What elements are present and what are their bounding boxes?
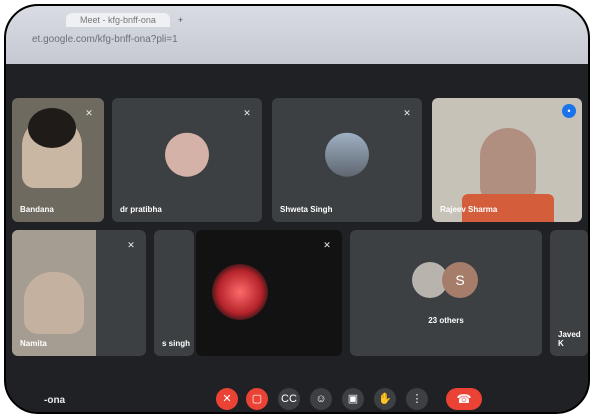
tab-strip: Meet - kfg-bnff-ona + <box>66 12 183 28</box>
participant-name: Javed K <box>558 330 581 348</box>
participant-name: Shweta Singh <box>280 205 333 214</box>
address-bar[interactable]: et.google.com/kfg-bnff-ona?pli=1 <box>32 34 178 45</box>
captions-icon[interactable]: CC <box>278 388 300 410</box>
browser-toolbar: Meet - kfg-bnff-ona + et.google.com/kfg-… <box>6 6 588 64</box>
browser-tab[interactable]: Meet - kfg-bnff-ona <box>66 13 170 27</box>
avatar: S <box>442 262 478 298</box>
mic-off-icon: ✕ <box>323 240 331 250</box>
participant-tile[interactable]: ✕ Namita <box>12 230 146 356</box>
meet-grid: ✕ Bandana ✕ dr pratibha ✕ Shweta Singh •… <box>6 64 588 412</box>
mic-off-icon: ✕ <box>85 108 93 118</box>
mic-off-icon: ✕ <box>127 240 135 250</box>
meeting-code: -ona <box>44 395 66 406</box>
end-call-icon[interactable]: ☎ <box>446 388 482 410</box>
participant-tile[interactable]: s singh <box>154 230 194 356</box>
camera-off-icon[interactable]: ▢ <box>246 388 268 410</box>
participant-tile[interactable]: ✕ Shweta Singh <box>272 98 422 222</box>
participant-tile[interactable]: S 23 others <box>350 230 542 356</box>
avatar <box>165 132 209 177</box>
emoji-icon[interactable]: ☺ <box>310 388 332 410</box>
participant-name: Rajeev Sharma <box>440 205 498 214</box>
participant-tile[interactable]: ✕ dr pratibha <box>112 98 262 222</box>
others-count: 23 others <box>428 316 464 325</box>
call-controls: -ona ✕ ▢ CC ☺ ▣ ✋ ⋮ ☎ <box>6 376 588 412</box>
new-tab-icon[interactable]: + <box>178 15 183 25</box>
participant-tile[interactable]: ✕ <box>196 230 342 356</box>
participant-tile[interactable]: • Rajeev Sharma <box>432 98 582 222</box>
speaking-icon: • <box>562 104 576 118</box>
present-icon[interactable]: ▣ <box>342 388 364 410</box>
participant-name: Namita <box>20 339 47 348</box>
participant-name: Bandana <box>20 205 54 214</box>
hand-icon[interactable]: ✋ <box>374 388 396 410</box>
participant-name: dr pratibha <box>120 205 162 214</box>
mic-off-icon: ✕ <box>243 108 251 118</box>
avatar <box>325 132 369 177</box>
mic-off-icon[interactable]: ✕ <box>216 388 238 410</box>
participant-tile[interactable]: ✕ Bandana <box>12 98 104 222</box>
more-icon[interactable]: ⋮ <box>406 388 428 410</box>
photo-frame: Meet - kfg-bnff-ona + et.google.com/kfg-… <box>4 4 590 414</box>
participant-name: s singh <box>162 339 191 348</box>
mic-off-icon: ✕ <box>403 108 411 118</box>
participant-tile[interactable]: Javed K <box>550 230 588 356</box>
